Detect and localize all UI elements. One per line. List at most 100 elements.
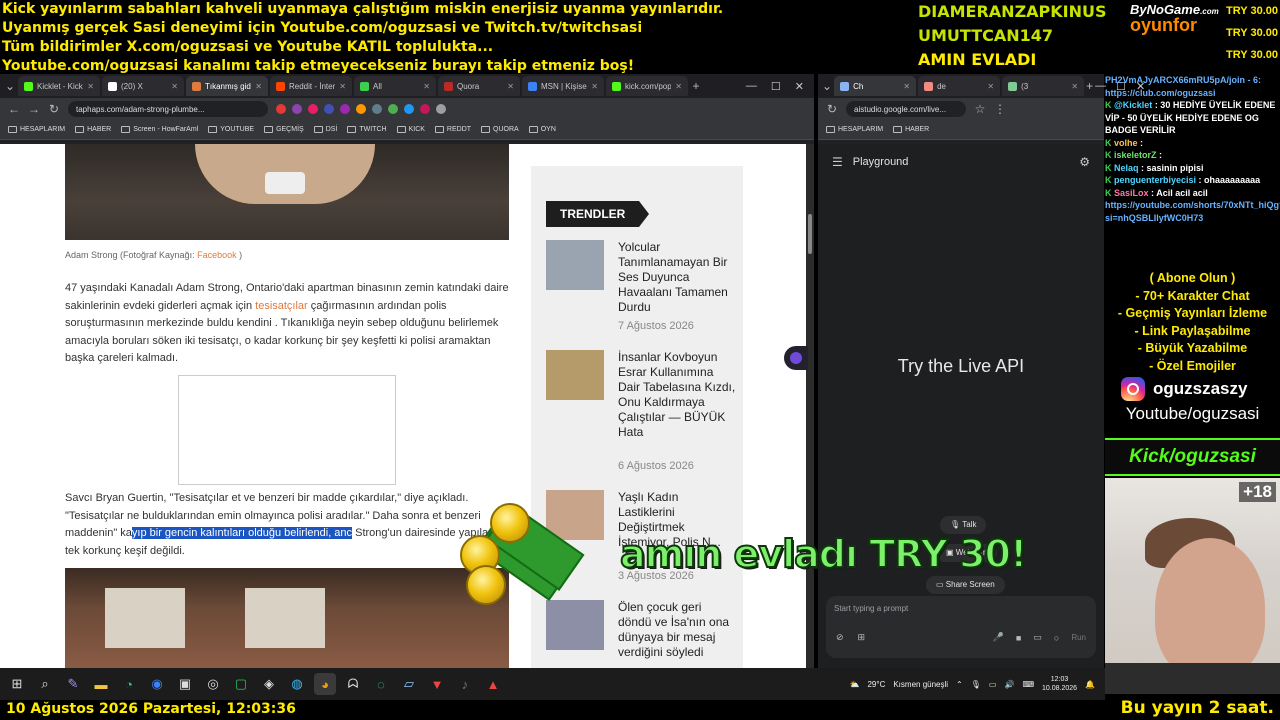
browser-tab[interactable]: Tıkanmış gide ✕	[186, 76, 268, 96]
camera-app-icon[interactable]: ▣	[174, 673, 196, 695]
browser-tab[interactable]: MSN | Kişisel ✕	[522, 76, 604, 96]
pen-app-icon[interactable]: ✎	[62, 673, 84, 695]
bookmark-item[interactable]: HESAPLARIM	[826, 126, 883, 133]
assistant-fab-icon[interactable]	[784, 346, 808, 370]
no-video-icon[interactable]: ⊘	[836, 632, 844, 643]
music-app-icon[interactable]: ♪	[454, 673, 476, 695]
browser-tab[interactable]: Reddit - İnter ✕	[270, 76, 352, 96]
chat-username[interactable]: penguenterbiyecisi	[1114, 175, 1196, 185]
trending-title[interactable]: Ölen çocuk geri döndü ve İsa'nın ona dün…	[618, 600, 736, 660]
microphone-icon[interactable]: 🎤	[993, 632, 1004, 643]
chat-username[interactable]: Nelaq	[1114, 163, 1139, 173]
mic-tray-icon[interactable]: 🎙	[971, 680, 981, 689]
shield-app-icon[interactable]: ◈	[258, 673, 280, 695]
tab-close-icon[interactable]: ✕	[1071, 82, 1078, 91]
plumbers-link[interactable]: tesisatçılar	[255, 300, 308, 312]
hamburger-menu-icon[interactable]: ☰	[832, 155, 843, 169]
profile-avatar-icon[interactable]	[436, 104, 446, 114]
bookmark-item[interactable]: DSİ	[313, 126, 337, 133]
maximize-button[interactable]: ☐	[771, 80, 781, 93]
chevron-up-icon[interactable]: ⌃	[956, 680, 963, 689]
bookmark-item[interactable]: HESAPLARIM	[8, 126, 65, 133]
chat-link[interactable]: https://club.com/oguzsasi	[1105, 87, 1280, 100]
extension-icon[interactable]	[340, 104, 350, 114]
chat-link[interactable]: https://youtube.com/shorts/70xNTt_hiQg?s…	[1105, 199, 1280, 224]
bookmark-item[interactable]: REDDT	[434, 126, 471, 133]
browser-tab[interactable]: Quora ✕	[438, 76, 520, 96]
chat-username[interactable]: volhe	[1114, 138, 1138, 148]
chrome-icon[interactable]: ◕	[314, 673, 336, 695]
bookmark-item[interactable]: HABER	[75, 126, 111, 133]
extension-icon[interactable]	[292, 104, 302, 114]
selected-text[interactable]: yıp bir gencin kalıntıları olduğu belirl…	[131, 527, 353, 539]
url-field[interactable]: taphaps.com/adam-strong-plumbe...	[68, 101, 268, 117]
star-icon[interactable]: ☆	[974, 102, 986, 116]
browser-tab[interactable]: All ✕	[354, 76, 436, 96]
bookmark-item[interactable]: QUORA	[481, 126, 519, 133]
extension-icon[interactable]	[404, 104, 414, 114]
chat-username[interactable]: @Kicklet	[1114, 100, 1152, 110]
browser-tab[interactable]: de ✕	[918, 76, 1001, 96]
new-tab-button[interactable]: +	[1086, 79, 1093, 93]
network-app-icon[interactable]: ◍	[286, 673, 308, 695]
browser-tab[interactable]: Ch ✕	[834, 76, 917, 96]
bookmark-item[interactable]: GEÇMİŞ	[264, 126, 304, 133]
tab-close-icon[interactable]: ✕	[675, 82, 682, 91]
start-icon[interactable]: ⊞	[6, 673, 28, 695]
trending-title[interactable]: İnsanlar Kovboyun Esrar Kullanımına Dair…	[618, 350, 736, 440]
extension-icon[interactable]	[372, 104, 382, 114]
notes-app-icon[interactable]: ▱	[398, 673, 420, 695]
trending-title[interactable]: Yolcular Tanımlanamayan Bir Ses Duyunca …	[618, 240, 736, 315]
tab-close-icon[interactable]: ✕	[423, 82, 430, 91]
caption-source-link[interactable]: Facebook	[197, 250, 237, 260]
sync-app-icon[interactable]: ◌	[370, 673, 392, 695]
tab-close-icon[interactable]: ✕	[507, 82, 514, 91]
obs-icon[interactable]: ◎	[202, 673, 224, 695]
folder-icon[interactable]: ▬	[90, 673, 112, 695]
screen-share-icon[interactable]: ▭	[1033, 632, 1042, 643]
streaming-app-icon[interactable]: ᗣ	[342, 673, 364, 695]
chat-link[interactable]: PH2VmAJyARCX66mRU5pA/join - 6:	[1105, 74, 1280, 87]
trending-thumbnail[interactable]	[546, 600, 604, 650]
minimize-button[interactable]: —	[746, 80, 757, 93]
close-window-button[interactable]: ✕	[795, 80, 804, 93]
tab-close-icon[interactable]: ✕	[171, 82, 178, 91]
video-icon[interactable]: ■	[1016, 633, 1021, 643]
chat-username[interactable]: iskeletorZ	[1114, 150, 1157, 160]
tab-close-icon[interactable]: ✕	[255, 82, 262, 91]
menu-icon[interactable]: ⋮	[994, 102, 1006, 116]
volume-icon[interactable]: 🔊	[1004, 680, 1014, 689]
forward-icon[interactable]: →	[28, 102, 40, 116]
bookmark-item[interactable]: OYN	[528, 126, 556, 133]
extension-icon[interactable]	[276, 104, 286, 114]
bookmark-item[interactable]: YOUTUBE	[208, 126, 254, 133]
app-icon[interactable]: ▢	[230, 673, 252, 695]
bookmark-item[interactable]: Screen - HowFarAml	[121, 126, 198, 133]
red-app-icon[interactable]: ▲	[482, 673, 504, 695]
clock[interactable]: 12:03 10.08.2026	[1042, 675, 1077, 693]
bookmark-item[interactable]: HABER	[893, 126, 929, 133]
reload-icon[interactable]: ↻	[826, 102, 838, 116]
browser-icon[interactable]: ◉	[146, 673, 168, 695]
page-scrollbar[interactable]	[806, 144, 814, 668]
extension-icon[interactable]	[308, 104, 318, 114]
reload-icon[interactable]: ↻	[48, 102, 60, 116]
keyboard-icon[interactable]: ⌨	[1022, 680, 1034, 689]
edge-icon[interactable]: ◔	[118, 673, 140, 695]
bookmark-item[interactable]: KICK	[396, 126, 425, 133]
extension-icon[interactable]	[356, 104, 366, 114]
run-button[interactable]: Run	[1071, 633, 1086, 642]
vivaldi-icon[interactable]: ▼	[426, 673, 448, 695]
extension-icon[interactable]	[420, 104, 430, 114]
prompt-box[interactable]: Start typing a prompt ⊘ ⊞ 🎤 ■ ▭ ○ Run	[826, 596, 1096, 658]
new-tab-button[interactable]: +	[690, 79, 702, 93]
stop-icon[interactable]: ○	[1054, 633, 1059, 643]
share-screen-button[interactable]: ▭ Share Screen	[926, 576, 1005, 594]
tab-search-icon[interactable]: ⌄	[4, 79, 16, 93]
bookmark-item[interactable]: TWITCH	[347, 126, 387, 133]
chat-username[interactable]: SasiLox	[1114, 188, 1149, 198]
extension-icon[interactable]	[388, 104, 398, 114]
tab-close-icon[interactable]: ✕	[987, 82, 994, 91]
network-icon[interactable]: ▭	[989, 680, 997, 689]
settings-tune-icon[interactable]: ⚙	[1079, 155, 1090, 169]
